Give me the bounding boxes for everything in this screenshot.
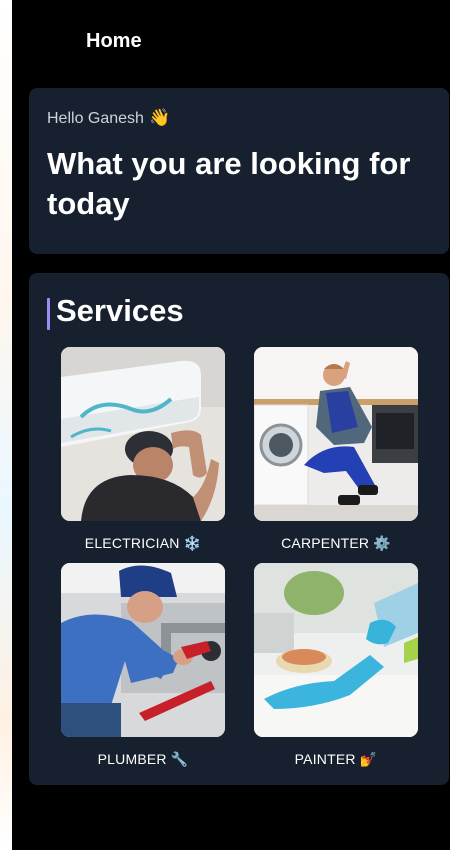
services-card: Services ELECTRICIAN ❄️ CARPENTER ⚙️ PLU… — [29, 273, 449, 785]
greeting-headline: What you are looking for today — [47, 146, 411, 221]
washing-machine-photo — [254, 347, 418, 521]
greeting-hello: Hello Ganesh — [47, 110, 144, 127]
services-title: Services — [56, 293, 184, 328]
gear-icon: ⚙️ — [373, 535, 391, 551]
service-label: CARPENTER ⚙️ — [281, 535, 391, 551]
services-accent-bar — [47, 298, 50, 330]
background-decoration — [0, 0, 12, 850]
service-label: PLUMBER 🔧 — [97, 751, 189, 767]
app-bar: Home — [12, 0, 450, 82]
greeting-text: Hello Ganesh 👋 — [47, 108, 170, 128]
wrench-icon: 🔧 — [170, 751, 189, 767]
cleaning-photo — [254, 563, 418, 737]
wave-icon: 👋 — [148, 108, 171, 127]
snowflake-icon: ❄️ — [183, 535, 202, 551]
service-label: ELECTRICIAN ❄️ — [84, 535, 202, 551]
ac-repair-photo — [61, 347, 225, 521]
service-tile-carpenter[interactable]: CARPENTER ⚙️ — [254, 347, 418, 552]
page-title: Home — [86, 29, 142, 52]
service-tile-electrician[interactable]: ELECTRICIAN ❄️ — [61, 347, 225, 552]
service-label: PAINTER 💅 — [294, 751, 378, 767]
plumber-photo — [61, 563, 225, 737]
service-tile-painter[interactable]: PAINTER 💅 — [254, 563, 418, 768]
nail-polish-icon: 💅 — [359, 751, 378, 767]
phone-screen: Home Hello Ganesh 👋 What you are looking … — [12, 0, 450, 850]
greeting-card: Hello Ganesh 👋 What you are looking for t… — [29, 88, 449, 254]
service-tile-plumber[interactable]: PLUMBER 🔧 — [61, 563, 225, 768]
background-decoration-right — [450, 0, 460, 850]
